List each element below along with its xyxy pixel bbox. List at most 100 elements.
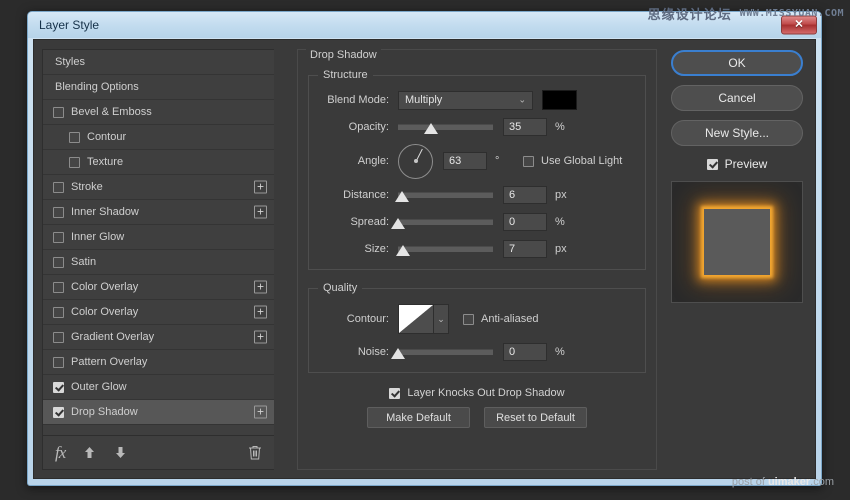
style-row-gradient-overlay[interactable]: Gradient Overlay + xyxy=(43,325,274,350)
blend-mode-row: Blend Mode: Multiply ⌄ xyxy=(317,90,637,110)
watermark-chinese-text: 思缘设计论坛 xyxy=(647,8,732,23)
style-row-outer-glow[interactable]: Outer Glow xyxy=(43,375,274,400)
style-row-texture[interactable]: Texture xyxy=(43,150,274,175)
use-global-light-box xyxy=(523,155,534,167)
watermark-url-text: WWW.MISSYUAN.COM xyxy=(739,8,844,19)
ok-button[interactable]: OK xyxy=(671,50,803,76)
noise-input[interactable]: 0 xyxy=(503,343,547,361)
move-up-icon[interactable] xyxy=(83,446,96,459)
angle-input[interactable]: 63 xyxy=(443,152,487,170)
style-row-label: Color Overlay xyxy=(71,281,139,293)
move-up-glyph xyxy=(85,447,95,458)
use-global-light-label: Use Global Light xyxy=(541,155,623,167)
style-row-contour[interactable]: Contour xyxy=(43,125,274,150)
layer-style-window: Layer Style ✕ Styles Blending Options Beve… xyxy=(27,11,822,486)
distance-input[interactable]: 6 xyxy=(503,186,547,204)
add-effect-icon[interactable]: + xyxy=(254,280,267,294)
style-checkbox[interactable] xyxy=(53,406,64,418)
fx-icon[interactable]: fx xyxy=(55,443,66,463)
contour-dropdown-button[interactable]: ⌄ xyxy=(434,304,449,334)
style-row-drop-shadow[interactable]: Drop Shadow + xyxy=(43,400,274,425)
opacity-row: Opacity: 35 % xyxy=(317,117,637,137)
effect-options-panel: Drop Shadow Structure Blend Mode: Multip… xyxy=(297,49,657,470)
new-style-button[interactable]: New Style... xyxy=(671,120,803,146)
size-slider-thumb[interactable] xyxy=(395,245,410,256)
style-row-label: Styles xyxy=(55,56,85,68)
angle-row: Angle: 63 ° Use Global Light xyxy=(317,143,637,179)
make-default-button[interactable]: Make Default xyxy=(367,407,470,428)
spread-input[interactable]: 0 xyxy=(503,213,547,231)
opacity-label: Opacity: xyxy=(348,121,389,133)
style-checkbox[interactable] xyxy=(53,181,64,193)
spread-slider[interactable] xyxy=(391,218,493,229)
spread-label: Spread: xyxy=(350,216,389,228)
contour-preview-swatch[interactable] xyxy=(398,304,434,334)
opacity-slider-thumb[interactable] xyxy=(424,123,439,134)
opacity-input[interactable]: 35 xyxy=(503,118,547,136)
preview-glow-square xyxy=(704,209,770,275)
style-row-satin[interactable]: Satin xyxy=(43,250,274,275)
style-checkbox[interactable] xyxy=(69,156,80,168)
opacity-slider[interactable] xyxy=(398,123,493,134)
window-title: Layer Style xyxy=(39,18,100,32)
style-row-inner-glow[interactable]: Inner Glow xyxy=(43,225,274,250)
add-effect-icon[interactable]: + xyxy=(254,330,267,344)
size-input[interactable]: 7 xyxy=(503,240,547,258)
style-row-label: Outer Glow xyxy=(71,381,127,393)
style-row-stroke[interactable]: Stroke + xyxy=(43,175,274,200)
blend-mode-value: Multiply xyxy=(405,94,443,106)
add-effect-icon[interactable]: + xyxy=(254,180,267,194)
style-checkbox[interactable] xyxy=(53,206,64,218)
add-effect-icon[interactable]: + xyxy=(254,205,267,219)
move-down-icon[interactable] xyxy=(114,446,127,459)
style-row-label: Stroke xyxy=(71,181,103,193)
style-row-label: Color Overlay xyxy=(71,306,139,318)
style-row-label: Pattern Overlay xyxy=(71,356,148,368)
size-slider[interactable] xyxy=(395,245,493,256)
style-checkbox[interactable] xyxy=(69,131,80,143)
style-row-bevel-emboss[interactable]: Bevel & Emboss xyxy=(43,100,274,125)
quality-fieldset: Quality Contour: ⌄ Anti-aliased Noise: 0… xyxy=(308,282,646,373)
style-checkbox[interactable] xyxy=(53,356,64,368)
style-row-color-overlay[interactable]: Color Overlay + xyxy=(43,300,274,325)
style-checkbox[interactable] xyxy=(53,381,64,393)
use-global-light-checkbox[interactable]: Use Global Light xyxy=(523,155,622,167)
noise-unit: % xyxy=(555,346,565,358)
style-row-inner-shadow[interactable]: Inner Shadow + xyxy=(43,200,274,225)
cancel-button[interactable]: Cancel xyxy=(671,85,803,111)
style-row-label: Satin xyxy=(71,256,97,268)
defaults-button-row: Make Default Reset to Default xyxy=(308,407,646,428)
style-row-label: Gradient Overlay xyxy=(71,331,155,343)
style-checkbox[interactable] xyxy=(53,106,64,118)
angle-dial[interactable] xyxy=(398,143,433,179)
style-checkbox[interactable] xyxy=(53,281,64,293)
style-checkbox[interactable] xyxy=(53,231,64,243)
reset-to-default-button[interactable]: Reset to Default xyxy=(484,407,587,428)
shadow-color-swatch[interactable] xyxy=(542,90,577,110)
trash-icon[interactable] xyxy=(248,445,262,460)
style-row-color-overlay[interactable]: Color Overlay + xyxy=(43,275,274,300)
add-effect-icon[interactable]: + xyxy=(254,405,267,419)
style-row-styles[interactable]: Styles xyxy=(43,50,274,75)
style-checkbox[interactable] xyxy=(53,306,64,318)
preview-box-check xyxy=(706,158,718,170)
blend-mode-select[interactable]: Multiply ⌄ xyxy=(398,90,533,110)
style-row-pattern-overlay[interactable]: Pattern Overlay xyxy=(43,350,274,375)
anti-aliased-label: Anti-aliased xyxy=(481,313,539,325)
noise-slider-thumb[interactable] xyxy=(391,348,405,359)
knockout-checkbox[interactable]: Layer Knocks Out Drop Shadow xyxy=(308,387,646,399)
add-effect-icon[interactable]: + xyxy=(254,305,267,319)
styles-list[interactable]: Styles Blending Options Bevel & Emboss Cont… xyxy=(42,49,274,436)
noise-slider[interactable] xyxy=(391,348,493,359)
spread-slider-thumb[interactable] xyxy=(391,218,405,229)
distance-slider-thumb[interactable] xyxy=(394,191,409,202)
distance-slider[interactable] xyxy=(394,191,493,202)
size-label: Size: xyxy=(364,243,389,255)
anti-aliased-checkbox[interactable]: Anti-aliased xyxy=(463,313,538,325)
preview-checkbox[interactable]: Preview xyxy=(706,157,767,171)
style-checkbox[interactable] xyxy=(53,256,64,268)
structure-legend: Structure xyxy=(318,69,373,81)
style-row-blending-options[interactable]: Blending Options xyxy=(43,75,274,100)
style-checkbox[interactable] xyxy=(53,331,64,343)
style-row-label: Inner Glow xyxy=(71,231,125,243)
